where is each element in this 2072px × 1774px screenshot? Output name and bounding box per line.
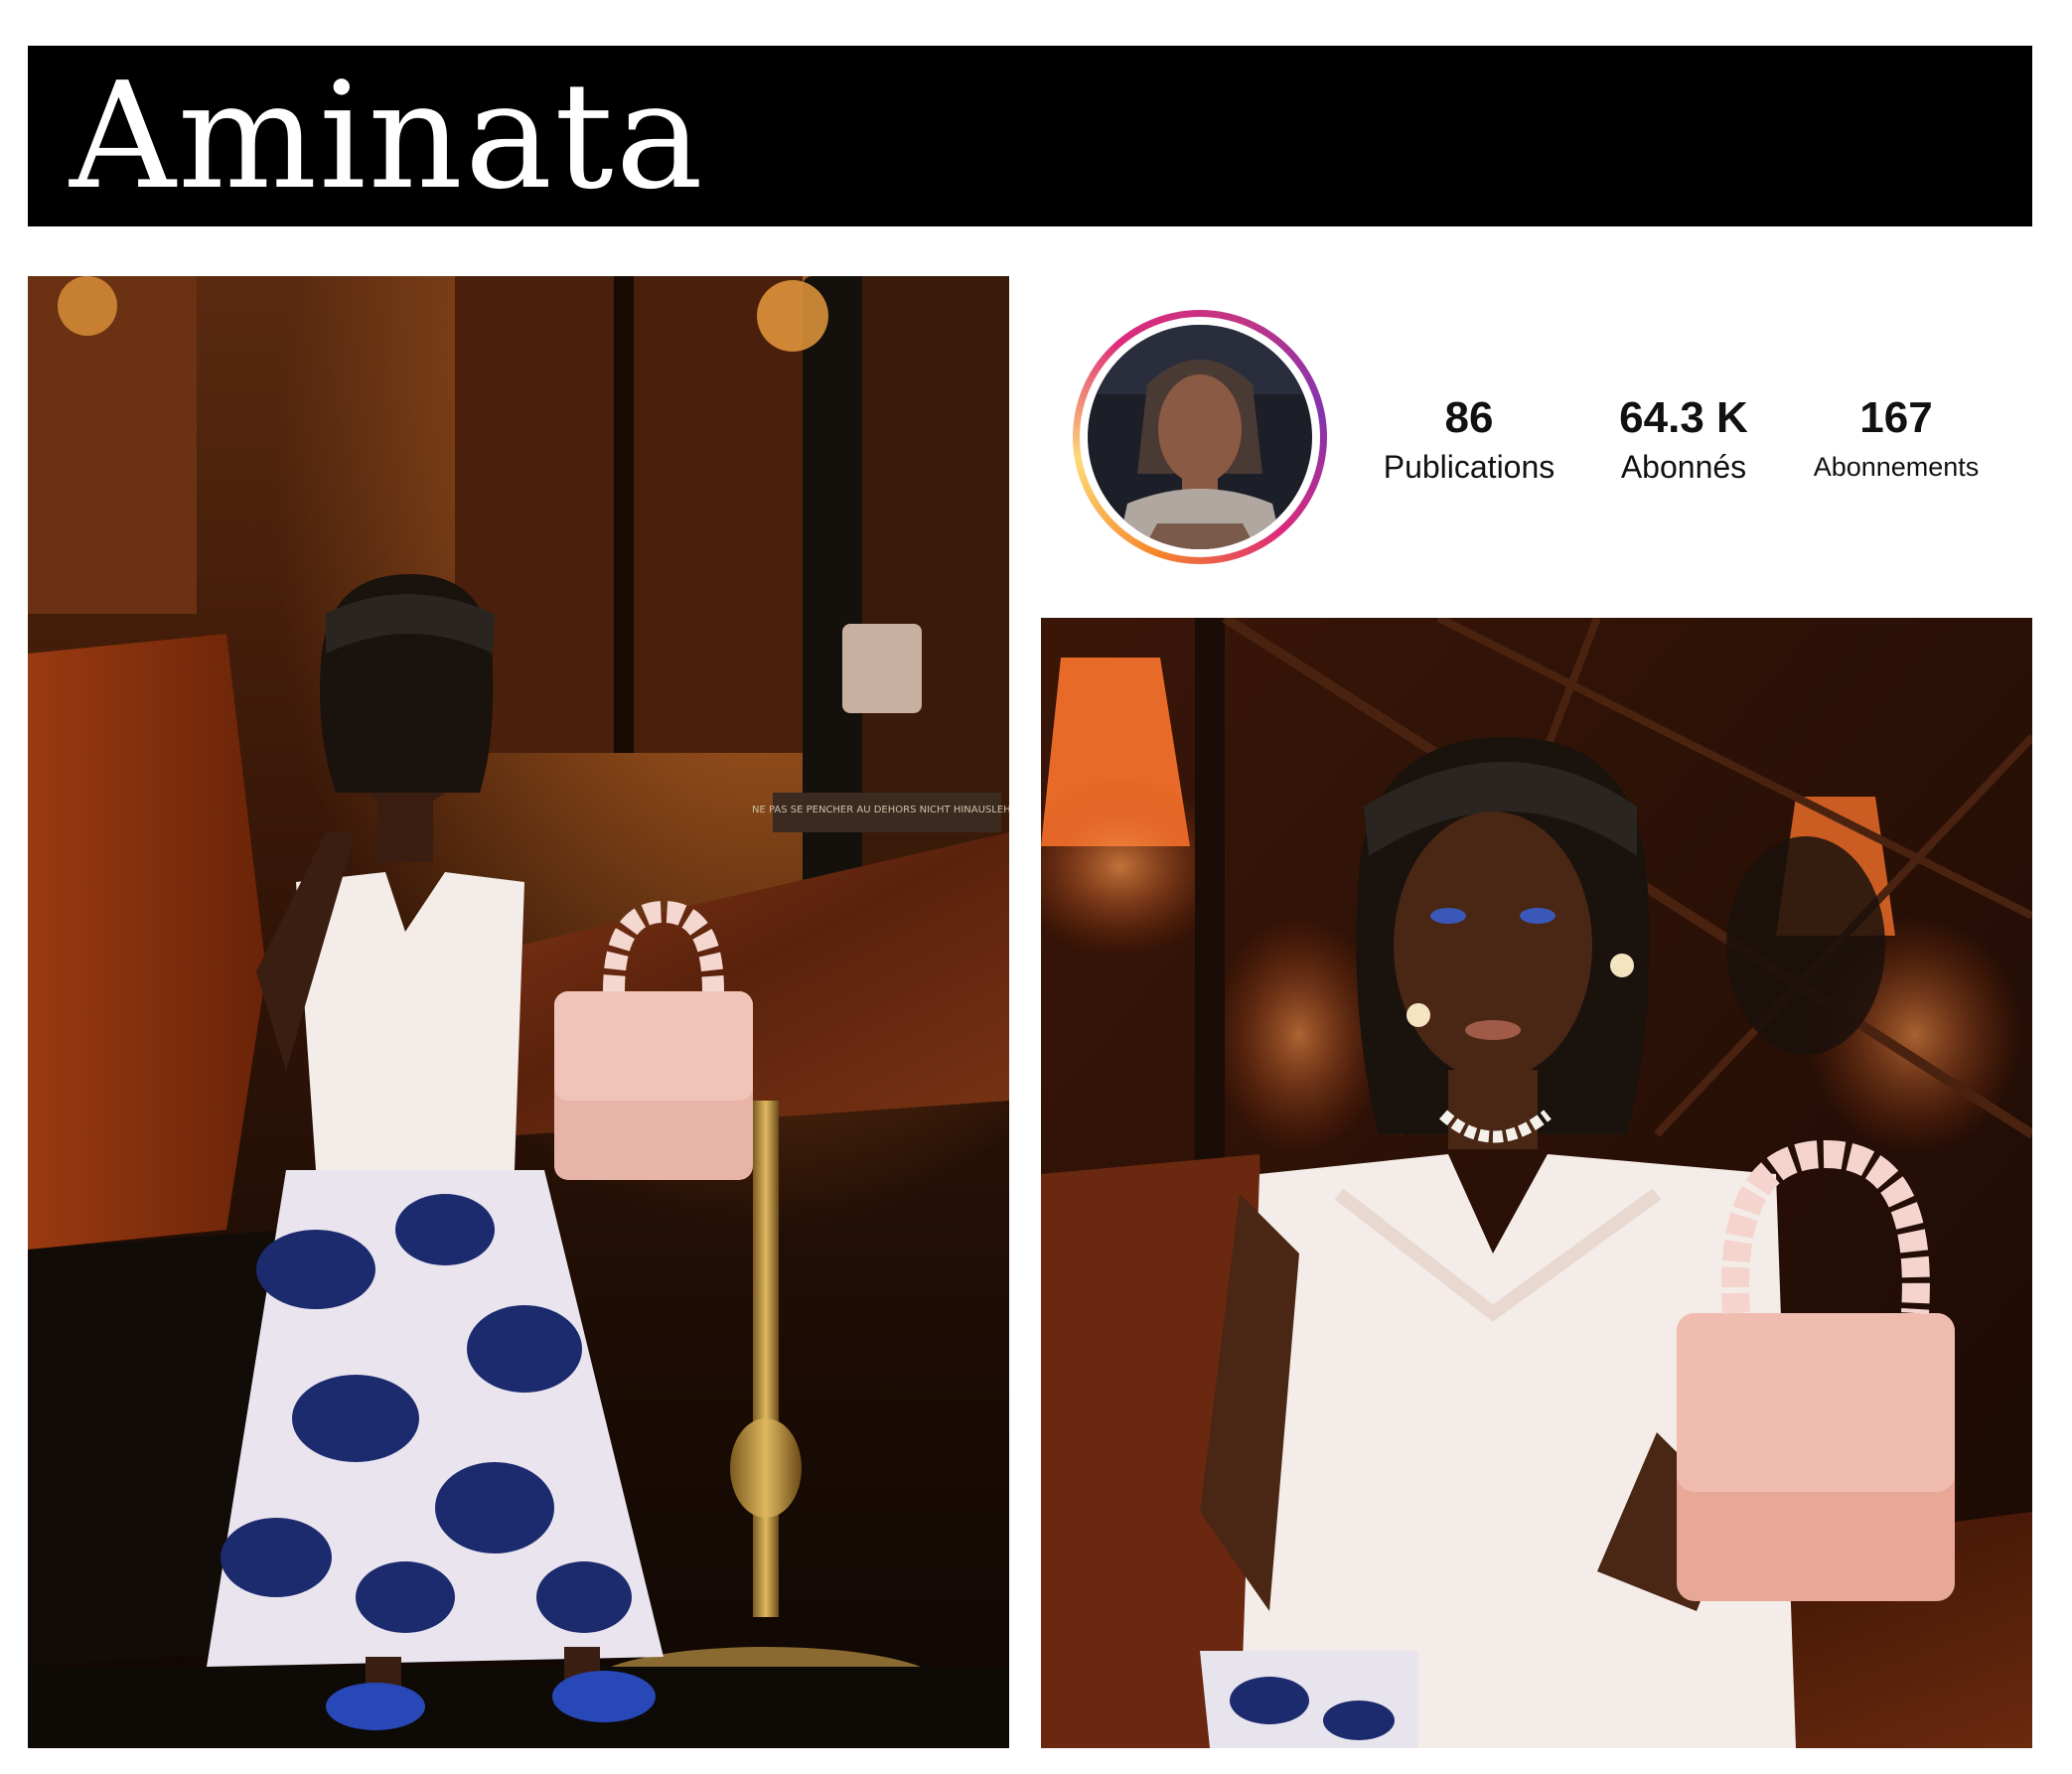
stat-following-label: Abonnements	[1813, 452, 1980, 482]
profile-avatar[interactable]	[1073, 310, 1327, 564]
photo-full-length-image: NE PAS SE PENCHER AU DEHORS NICHT HINAUS…	[28, 276, 1009, 1748]
stat-followers-count: 64.3 K	[1619, 393, 1748, 442]
photo-close-up-image	[1041, 618, 2032, 1748]
avatar-image	[1088, 325, 1312, 549]
page-title: Aminata	[70, 51, 705, 222]
stat-posts[interactable]: 86 Publications	[1361, 393, 1577, 489]
title-banner: Aminata	[28, 46, 2032, 226]
photo-full-length[interactable]: NE PAS SE PENCHER AU DEHORS NICHT HINAUS…	[28, 276, 1009, 1748]
stat-followers[interactable]: 64.3 K Abonnés	[1589, 393, 1778, 489]
photo-close-up[interactable]	[1041, 618, 2032, 1748]
sign-text: NE PAS SE PENCHER AU DEHORS NICHT HINAUS…	[752, 805, 1009, 815]
stat-posts-label: Publications	[1383, 449, 1555, 485]
stat-posts-count: 86	[1444, 393, 1494, 442]
stat-following[interactable]: 167 Abonnements	[1788, 393, 2004, 489]
stat-following-count: 167	[1859, 393, 1933, 442]
stat-followers-label: Abonnés	[1620, 449, 1747, 485]
